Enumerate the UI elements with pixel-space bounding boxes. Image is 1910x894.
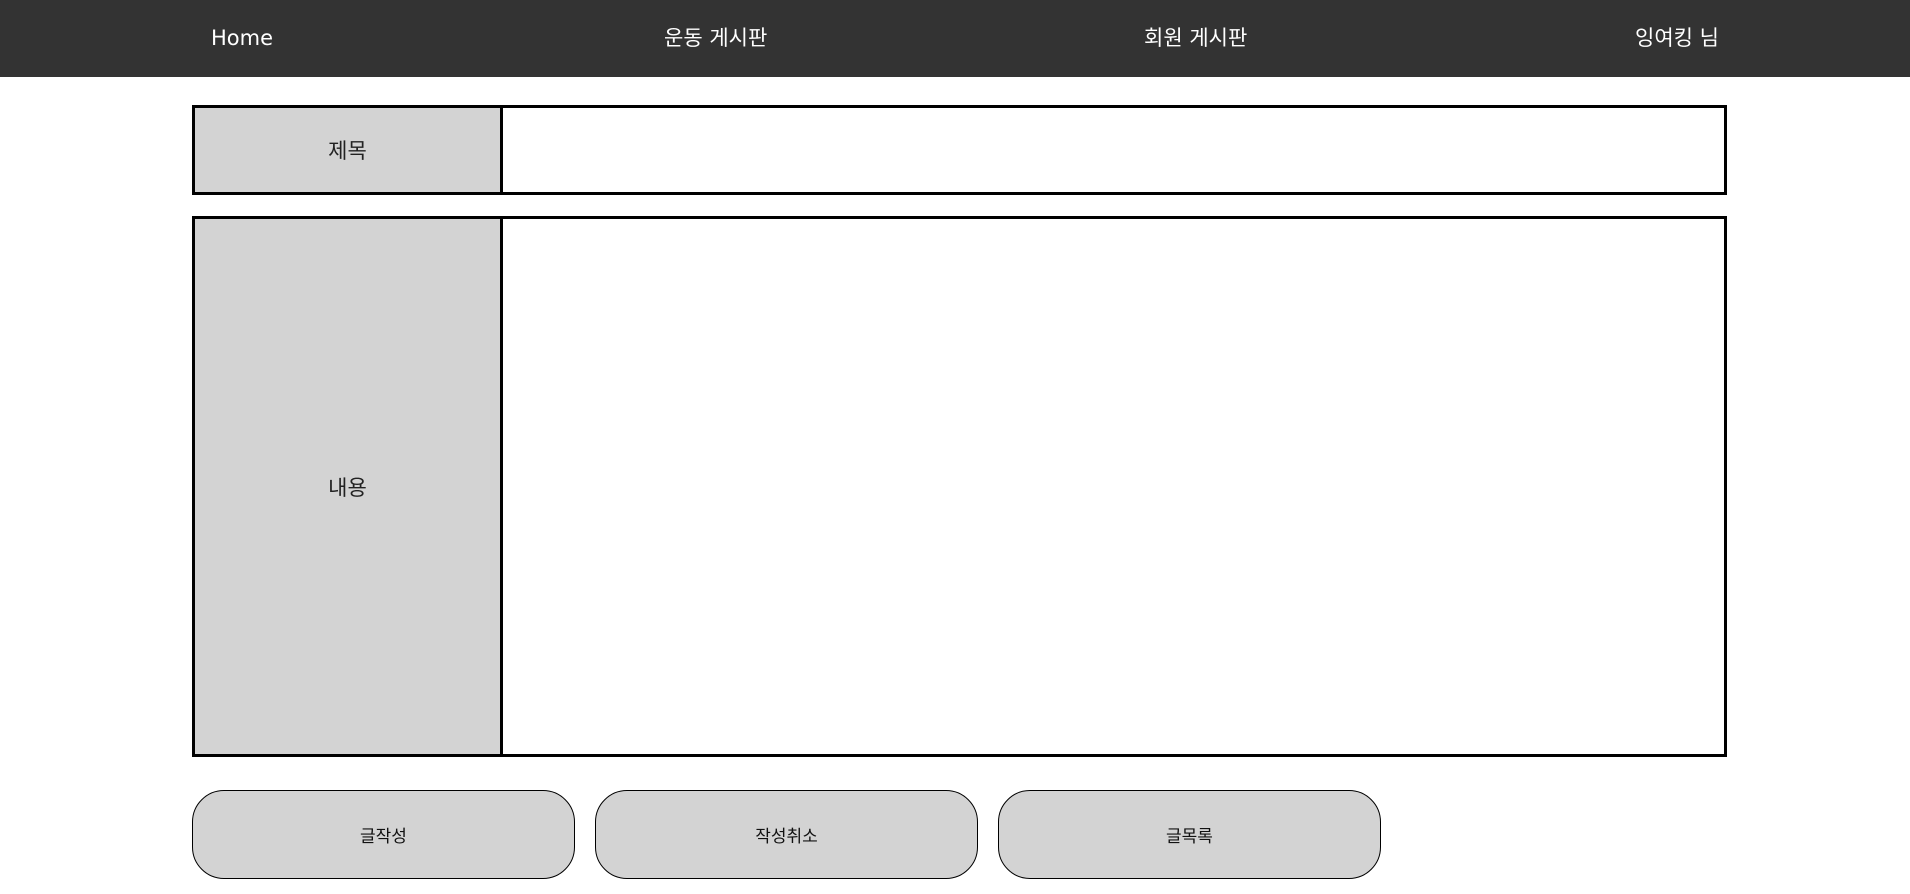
nav-member-board-link[interactable]: 회원 게시판 bbox=[1144, 0, 1247, 77]
title-row: 제목 bbox=[192, 105, 1727, 195]
content-textarea[interactable] bbox=[503, 219, 1724, 754]
content-row: 내용 bbox=[192, 216, 1727, 757]
post-list-button[interactable]: 글목록 bbox=[998, 790, 1381, 879]
content-label: 내용 bbox=[195, 219, 503, 754]
nav-user-greeting[interactable]: 잉여킹 님 bbox=[1635, 0, 1719, 77]
top-navigation-bar: Home 운동 게시판 회원 게시판 잉여킹 님 bbox=[0, 0, 1910, 77]
title-input[interactable] bbox=[503, 108, 1724, 192]
title-label: 제목 bbox=[195, 108, 503, 192]
nav-home-link[interactable]: Home bbox=[211, 0, 273, 77]
nav-exercise-board-link[interactable]: 운동 게시판 bbox=[664, 0, 767, 77]
cancel-writing-button[interactable]: 작성취소 bbox=[595, 790, 978, 879]
write-post-button[interactable]: 글작성 bbox=[192, 790, 575, 879]
